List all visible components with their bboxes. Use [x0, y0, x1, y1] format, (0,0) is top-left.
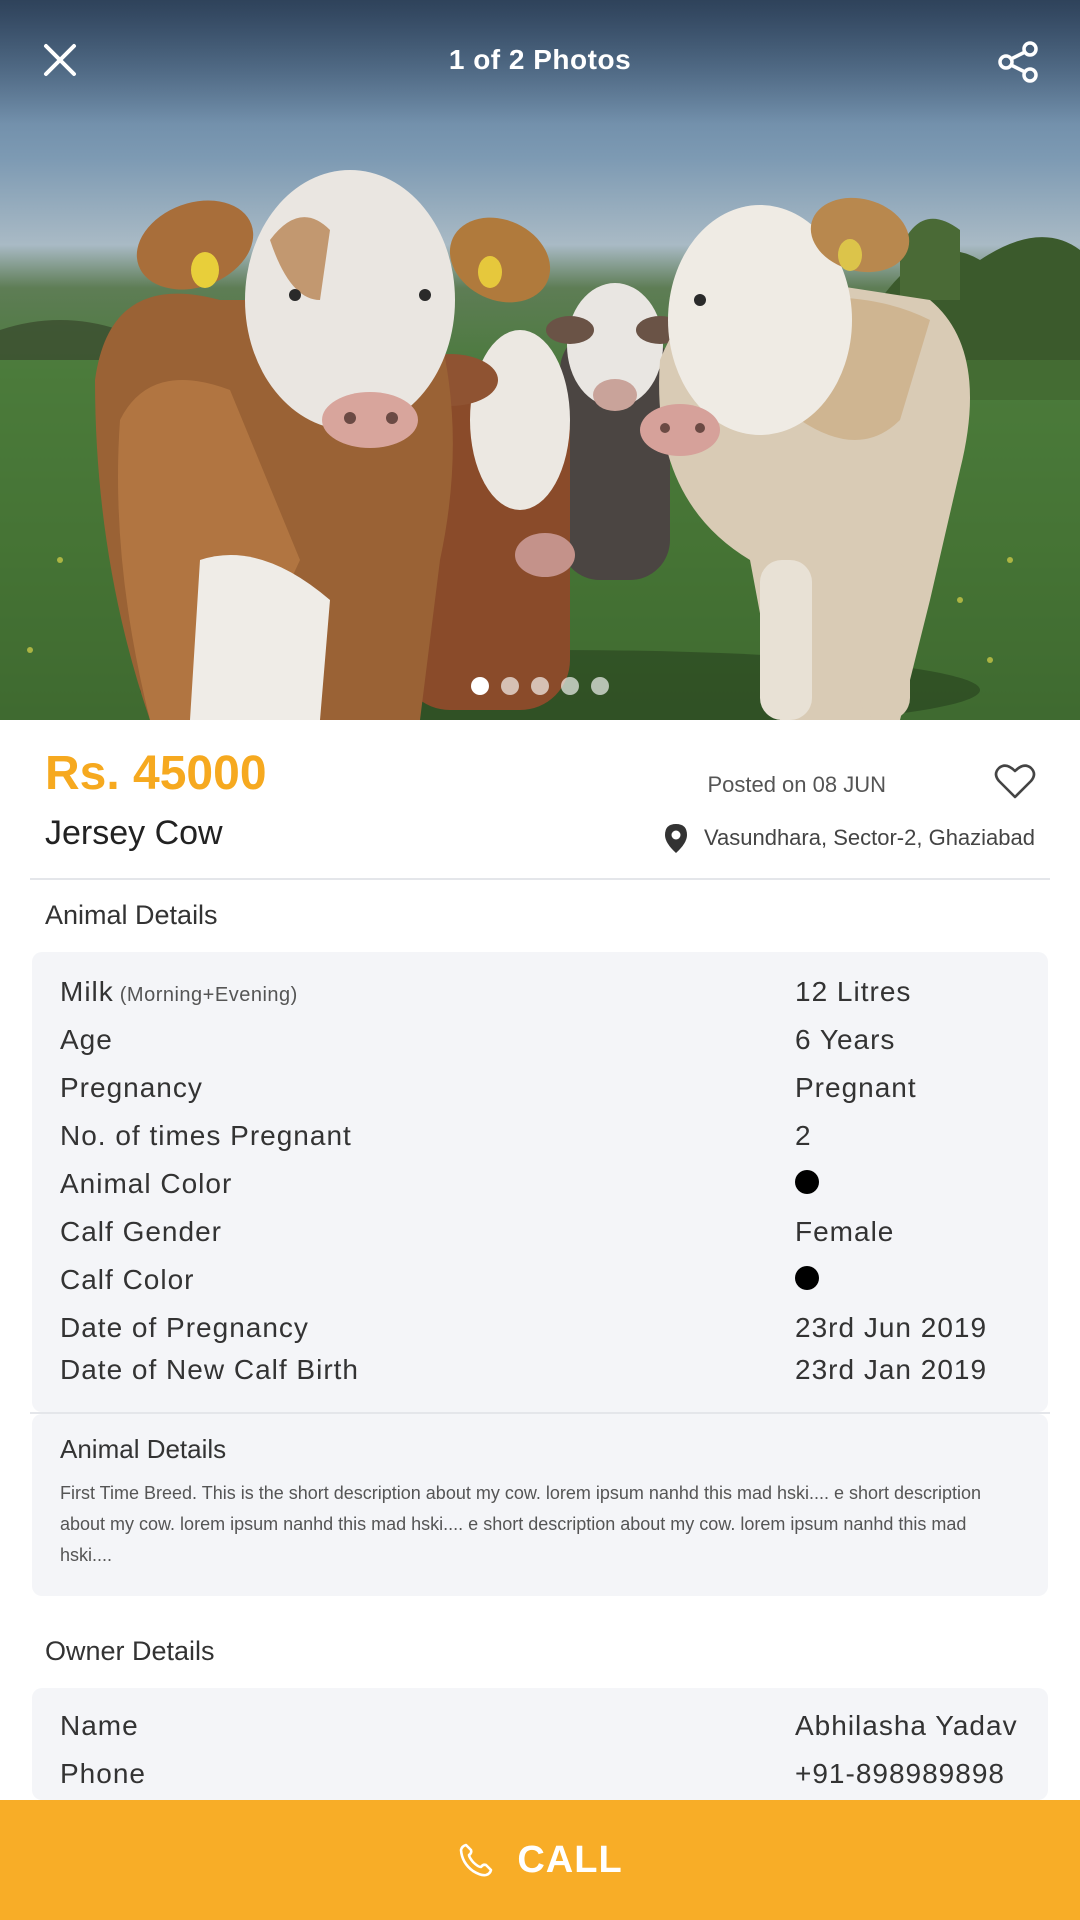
- detail-label: Date of Pregnancy: [60, 1312, 309, 1343]
- animal-details-heading: Animal Details: [45, 900, 218, 930]
- detail-label: Calf Gender: [60, 1216, 222, 1247]
- detail-value: Pregnant: [795, 1072, 917, 1103]
- gallery-pagination: [0, 677, 1080, 695]
- detail-value: 12 Litres: [795, 976, 912, 1007]
- heart-icon[interactable]: [994, 762, 1036, 800]
- owner-details-heading: Owner Details: [45, 1636, 215, 1666]
- owner-details-card: Name Abhilasha Yadav Phone +91-898989898: [32, 1688, 1048, 1800]
- phone-icon: [460, 1843, 493, 1877]
- detail-label: Milk (Morning+Evening): [60, 976, 298, 1007]
- call-label: CALL: [517, 1838, 623, 1881]
- listing-title: Jersey Cow: [45, 814, 223, 852]
- pagination-dot[interactable]: [471, 677, 489, 695]
- photo-counter: 1 of 2 Photos: [448, 44, 632, 75]
- animal-color-swatch: [795, 1170, 819, 1194]
- share-icon[interactable]: [996, 40, 1040, 84]
- detail-value: [795, 1168, 819, 1201]
- owner-phone-value[interactable]: +91-898989898: [795, 1758, 1005, 1790]
- detail-label: Age: [60, 1024, 113, 1055]
- detail-label: Animal Color: [60, 1168, 233, 1199]
- pagination-dot[interactable]: [561, 677, 579, 695]
- detail-label: Calf Color: [60, 1264, 195, 1295]
- owner-name-value: Abhilasha Yadav: [795, 1710, 1018, 1741]
- location-text: Vasundhara, Sector-2, Ghaziabad: [703, 825, 1035, 850]
- description-text: First Time Breed. This is the short desc…: [60, 1483, 982, 1565]
- detail-value: 6 Years: [795, 1024, 896, 1055]
- detail-value: 2: [795, 1120, 812, 1151]
- photo-gallery[interactable]: 1 of 2 Photos: [0, 0, 1080, 720]
- detail-value: 23rd Jun 2019: [795, 1312, 988, 1343]
- detail-value: [795, 1264, 819, 1297]
- calf-color-swatch: [795, 1266, 819, 1290]
- owner-label: Phone: [60, 1758, 146, 1789]
- owner-label: Name: [60, 1710, 139, 1741]
- description-heading: Animal Details: [60, 1434, 227, 1464]
- detail-value: Female: [795, 1216, 895, 1247]
- detail-label: Pregnancy: [60, 1072, 203, 1103]
- location-pin-icon: [664, 824, 687, 853]
- pagination-dot[interactable]: [531, 677, 549, 695]
- divider: [30, 878, 1050, 880]
- posted-date: Posted on 08 JUN: [707, 772, 886, 797]
- pagination-dot[interactable]: [591, 677, 609, 695]
- description-card: Animal Details First Time Breed. This is…: [32, 1414, 1048, 1596]
- detail-label: No. of times Pregnant: [60, 1120, 352, 1151]
- listing-price: Rs. 45000: [45, 747, 267, 800]
- pagination-dot[interactable]: [501, 677, 519, 695]
- animal-details-card: Milk (Morning+Evening) 12 Litres Age 6 Ye…: [32, 952, 1048, 1412]
- detail-value: 23rd Jan 2019: [795, 1354, 988, 1385]
- listing-location: Vasundhara, Sector-2, Ghaziabad: [662, 822, 1035, 854]
- detail-label: Date of New Calf Birth: [60, 1354, 359, 1385]
- call-button[interactable]: CALL: [0, 1800, 1080, 1920]
